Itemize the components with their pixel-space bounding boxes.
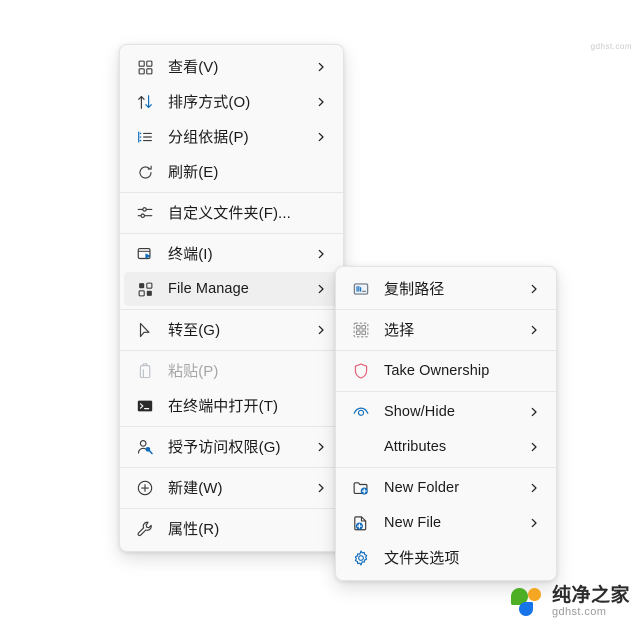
menu-item-label: 授予访问权限(G) xyxy=(168,438,281,456)
menu-item: 粘贴(P) xyxy=(124,354,339,388)
menu-separator xyxy=(120,192,343,193)
menu-separator xyxy=(336,350,556,351)
wrench-icon xyxy=(135,519,155,539)
menu-item-label: Take Ownership xyxy=(384,362,490,379)
menu-item[interactable]: 文件夹选项 xyxy=(340,541,552,575)
menu-item[interactable]: 分组依据(P) xyxy=(124,120,339,154)
menu-item-label: 在终端中打开(T) xyxy=(168,397,279,415)
menu-item-label: Attributes xyxy=(384,438,447,455)
sliders-icon xyxy=(135,203,155,223)
menu-separator xyxy=(120,467,343,468)
new-file-icon xyxy=(351,513,371,533)
selection-dashed-icon xyxy=(351,320,371,340)
gear-icon xyxy=(351,548,371,568)
menu-item[interactable]: Attributes xyxy=(340,430,552,464)
desktop-context-menu[interactable]: 查看(V) 排序方式(O) 分组依据(P) 刷新(E) 自定义文件夹(F)...… xyxy=(119,44,344,552)
menu-item[interactable]: 在终端中打开(T) xyxy=(124,389,339,423)
chevron-right-icon xyxy=(529,284,539,294)
menu-item[interactable]: New File xyxy=(340,506,552,540)
shield-icon xyxy=(351,361,371,381)
menu-item[interactable]: 授予访问权限(G) xyxy=(124,430,339,464)
menu-separator xyxy=(120,426,343,427)
menu-item-label: New File xyxy=(384,514,442,531)
none xyxy=(351,437,371,457)
grid-view-icon xyxy=(135,57,155,77)
menu-item[interactable]: 刷新(E) xyxy=(124,155,339,189)
menu-item-label: 属性(R) xyxy=(168,520,220,538)
menu-item-label: New Folder xyxy=(384,479,460,496)
menu-separator xyxy=(336,391,556,392)
menu-item-label: 文件夹选项 xyxy=(384,549,460,567)
chevron-right-icon xyxy=(529,518,539,528)
chevron-right-icon xyxy=(316,442,326,452)
menu-item-label: 刷新(E) xyxy=(168,163,219,181)
menu-item[interactable]: 属性(R) xyxy=(124,512,339,546)
menu-item-label: 粘贴(P) xyxy=(168,362,219,380)
chevron-right-icon xyxy=(316,132,326,142)
brand-name-cn: 纯净之家 xyxy=(551,585,630,607)
new-folder-icon xyxy=(351,478,371,498)
menu-item-label: 排序方式(O) xyxy=(168,93,251,111)
copy-path-icon xyxy=(351,279,371,299)
chevron-right-icon xyxy=(529,442,539,452)
menu-item[interactable]: Show/Hide xyxy=(340,395,552,429)
menu-item-label: 终端(I) xyxy=(168,245,213,263)
menu-item-label: File Manage xyxy=(168,280,249,297)
menu-item[interactable]: New Folder xyxy=(340,471,552,505)
file-manage-submenu[interactable]: 复制路径 选择 Take Ownership Show/Hide Attribut… xyxy=(335,266,557,581)
menu-separator xyxy=(120,350,343,351)
site-watermark-logo: 纯净之家 gdhst.com xyxy=(510,585,630,620)
chevron-right-icon xyxy=(529,407,539,417)
refresh-icon xyxy=(135,162,155,182)
plus-circle-icon xyxy=(135,478,155,498)
menu-separator xyxy=(336,309,556,310)
menu-item[interactable]: Take Ownership xyxy=(340,354,552,388)
chevron-right-icon xyxy=(316,284,326,294)
chevron-right-icon xyxy=(316,483,326,493)
menu-item[interactable]: File Manage xyxy=(124,272,339,306)
menu-item-label: 查看(V) xyxy=(168,58,219,76)
paste-clipboard-icon xyxy=(135,361,155,381)
menu-item-label: 自定义文件夹(F)... xyxy=(168,204,291,222)
menu-item[interactable]: 选择 xyxy=(340,313,552,347)
menu-separator xyxy=(120,309,343,310)
chevron-right-icon xyxy=(316,325,326,335)
chevron-right-icon xyxy=(316,62,326,72)
corner-watermark: gdhst.com xyxy=(590,42,632,51)
menu-item-label: 复制路径 xyxy=(384,280,445,298)
chevron-right-icon xyxy=(529,483,539,493)
user-key-icon xyxy=(135,437,155,457)
menu-separator xyxy=(120,233,343,234)
menu-item-label: 分组依据(P) xyxy=(168,128,249,146)
menu-item[interactable]: 转至(G) xyxy=(124,313,339,347)
screenshot-canvas: gdhst.com 查看(V) 排序方式(O) 分组依据(P) 刷新(E) 自定… xyxy=(0,0,640,628)
menu-item-label: Show/Hide xyxy=(384,403,456,420)
brand-domain: gdhst.com xyxy=(551,606,607,619)
grid-apps-icon xyxy=(135,279,155,299)
logo-mark-icon xyxy=(510,586,545,620)
chevron-right-icon xyxy=(316,249,326,259)
sort-arrows-icon xyxy=(135,92,155,112)
eye-icon xyxy=(351,402,371,422)
group-list-icon xyxy=(135,127,155,147)
menu-item[interactable]: 查看(V) xyxy=(124,50,339,84)
menu-item[interactable]: 终端(I) xyxy=(124,237,339,271)
cursor-arrow-icon xyxy=(135,320,155,340)
menu-item[interactable]: 自定义文件夹(F)... xyxy=(124,196,339,230)
menu-item-label: 选择 xyxy=(384,321,415,339)
menu-item-label: 新建(W) xyxy=(168,479,223,497)
menu-separator xyxy=(120,508,343,509)
menu-item[interactable]: 排序方式(O) xyxy=(124,85,339,119)
menu-item[interactable]: 新建(W) xyxy=(124,471,339,505)
menu-separator xyxy=(336,467,556,468)
terminal-window-icon xyxy=(135,244,155,264)
terminal-console-icon xyxy=(135,396,155,416)
chevron-right-icon xyxy=(529,325,539,335)
chevron-right-icon xyxy=(316,97,326,107)
menu-item-label: 转至(G) xyxy=(168,321,221,339)
menu-item[interactable]: 复制路径 xyxy=(340,272,552,306)
